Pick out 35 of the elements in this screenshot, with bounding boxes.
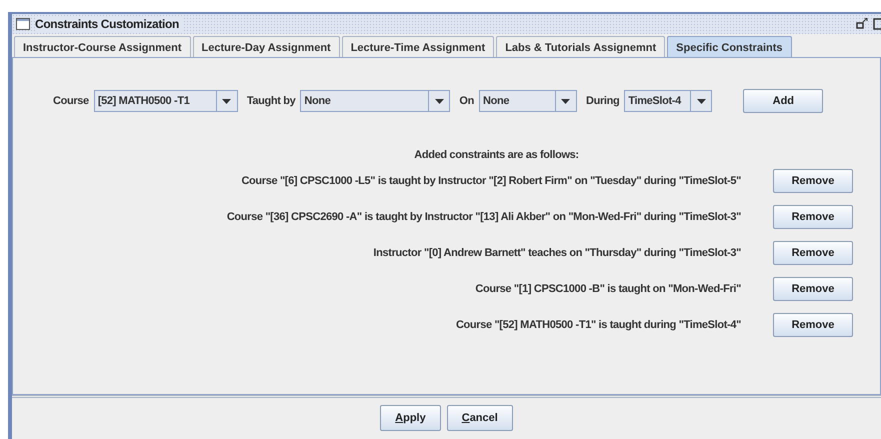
constraint-text: Course "[36] CPSC2690 -A" is taught by Instructor "[13] Ali Akber" on "Mon-Wed-Fri" during "TimeSlot-3" (226, 211, 741, 223)
constraint-text: Course "[1] CPSC1000 -B" is taught on "Mon-Wed-Fri" (475, 283, 741, 295)
tab[interactable]: Lecture-Time Assignment (342, 36, 494, 57)
caret-icon (434, 98, 444, 104)
tab[interactable]: Instructor-Course Assignment (14, 36, 191, 57)
apply-button[interactable]: Apply (380, 405, 441, 431)
caret-icon (696, 98, 706, 104)
remove-button[interactable]: Remove (773, 241, 853, 265)
field-label: During (586, 95, 620, 107)
tab[interactable]: Lecture-Day Assignment (192, 36, 340, 57)
section-heading: Added constraints are as follows: (413, 149, 580, 161)
constraint-text: Course "[6] CPSC1000 -L5" is taught by Instructor "[2] Robert Firm" on "Tuesday" during "TimeSlot-5" (241, 175, 741, 187)
caret-icon (222, 98, 232, 104)
constraint-text: Course "[52] MATH0500 -T1" is taught during "TimeSlot-4" (456, 319, 741, 331)
dropdown[interactable]: None (300, 90, 450, 112)
caret-icon (561, 98, 570, 104)
maximize-icon[interactable] (873, 18, 881, 30)
add-button[interactable]: Add (743, 89, 824, 113)
tab[interactable]: Labs & Tutorials Assignemnt (496, 36, 666, 57)
field-label: Taught by (246, 95, 296, 107)
constraint-text: Instructor "[0] Andrew Barnett" teaches on "Thursday" during "TimeSlot-3" (373, 247, 741, 259)
window-icon (16, 18, 30, 30)
restore-icon[interactable] (856, 18, 868, 30)
cancel-button[interactable]: Cancel (446, 405, 513, 431)
remove-button[interactable]: Remove (773, 205, 853, 229)
dropdown[interactable]: None (478, 90, 577, 112)
remove-button[interactable]: Remove (773, 277, 853, 301)
dropdown[interactable]: TimeSlot-4 (624, 90, 712, 112)
tab[interactable]: Specific Constraints (667, 36, 792, 57)
remove-button[interactable]: Remove (773, 313, 853, 337)
window-title: Constraints Customization (35, 17, 183, 31)
dropdown[interactable]: [52] MATH0500 -T1 (94, 90, 238, 112)
field-label: Course (53, 95, 89, 107)
field-label: On (459, 95, 474, 107)
remove-button[interactable]: Remove (773, 169, 853, 193)
